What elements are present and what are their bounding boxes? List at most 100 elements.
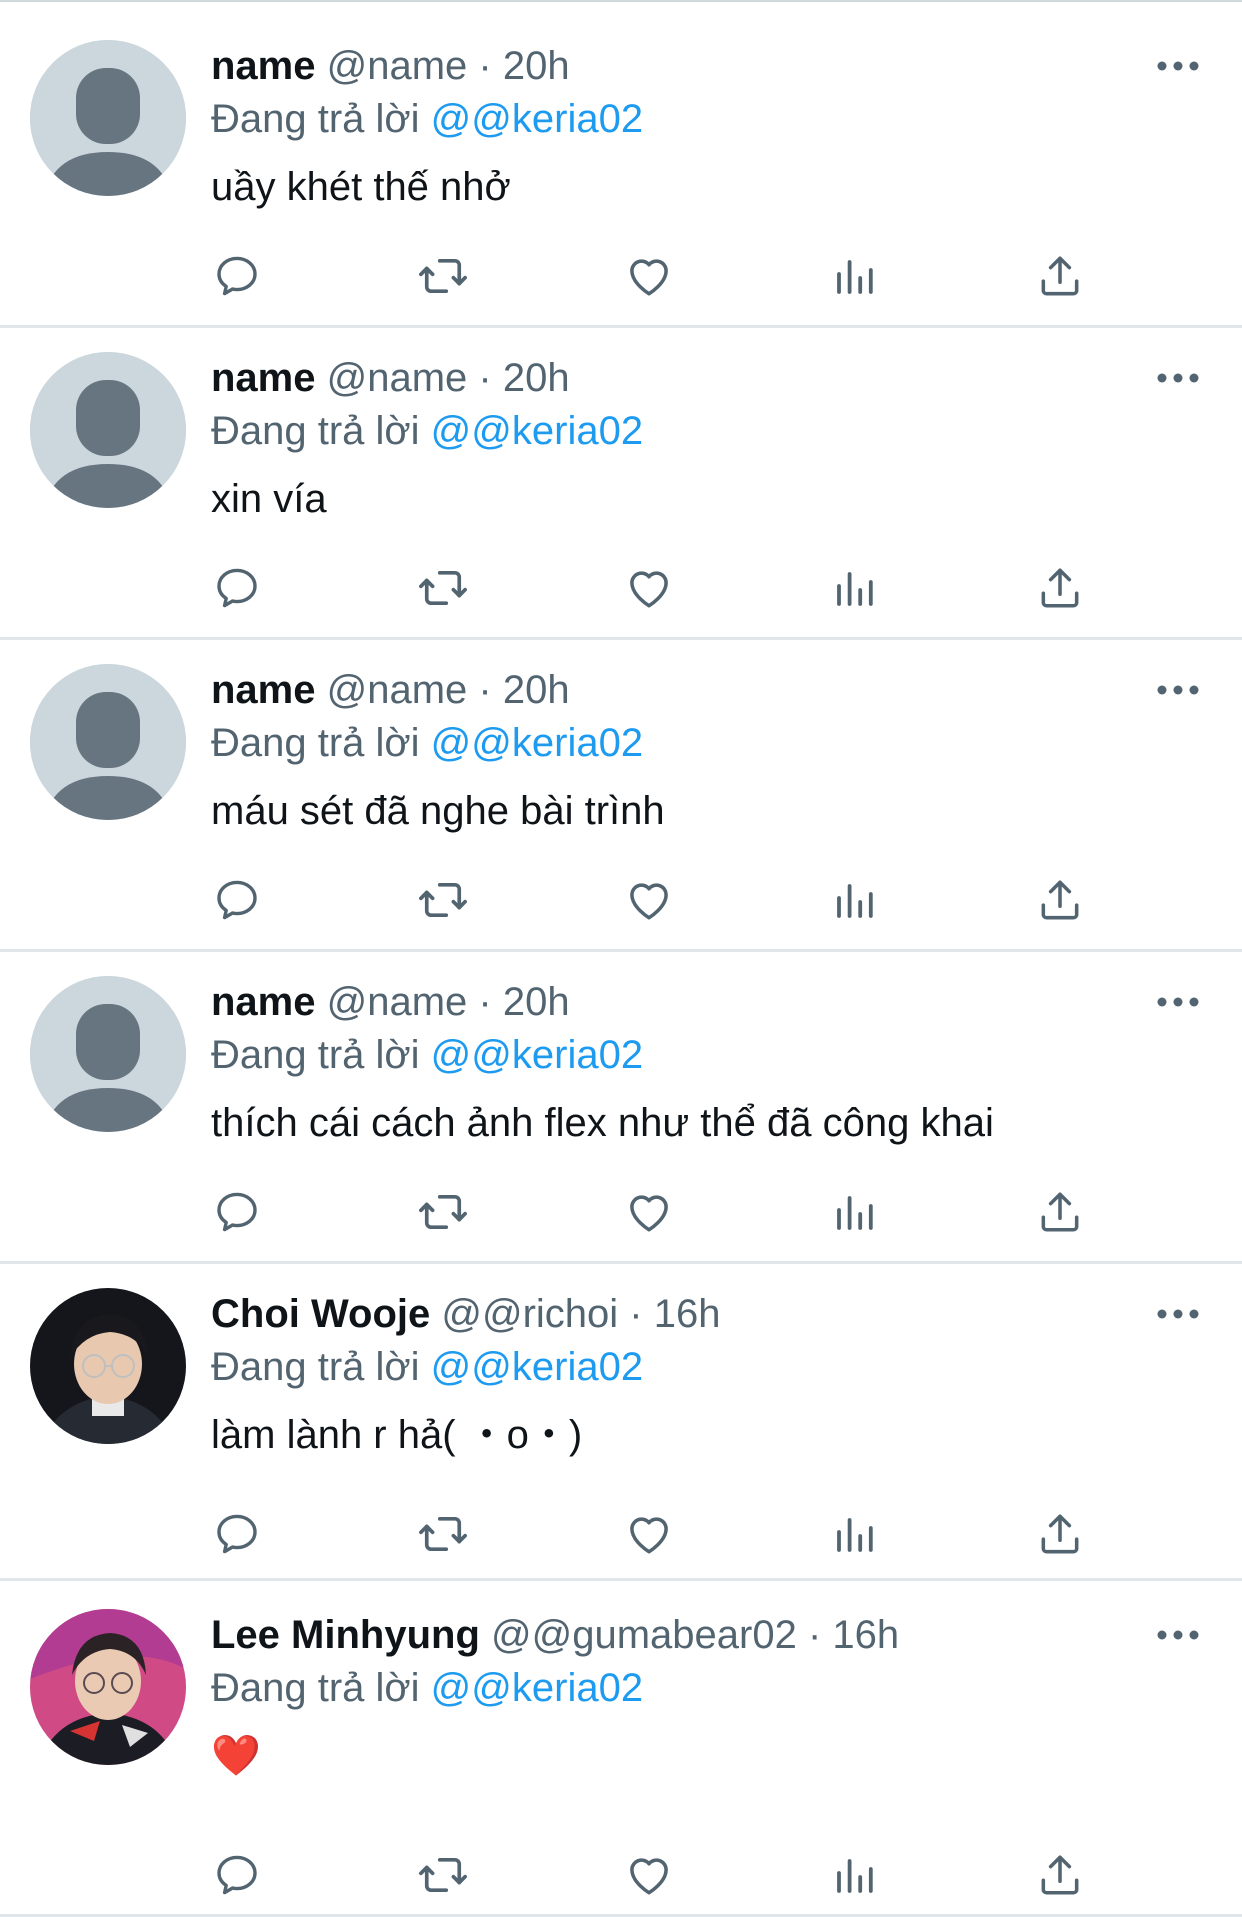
display-name[interactable]: name <box>211 668 316 712</box>
views-button[interactable] <box>823 556 887 620</box>
share-button[interactable] <box>1028 868 1092 932</box>
like-button[interactable] <box>617 244 681 308</box>
views-button[interactable] <box>823 1843 887 1907</box>
avatar[interactable] <box>30 40 186 196</box>
more-options-button[interactable] <box>1150 1615 1206 1659</box>
reply-button[interactable] <box>205 556 269 620</box>
reply-icon <box>213 876 261 924</box>
views-icon <box>831 1188 879 1236</box>
reply-tweet[interactable]: name @name · 20h Đang trả lời @@keria02 xi… <box>0 312 1242 640</box>
more-options-button[interactable] <box>1150 670 1206 714</box>
avatar[interactable] <box>30 1288 186 1444</box>
like-button[interactable] <box>617 1180 681 1244</box>
separator-dot: · <box>478 356 492 400</box>
reply-tweet[interactable]: Lee Minhyung @@gumabear02 · 16h Đang trả … <box>0 1569 1242 1917</box>
more-options-button[interactable] <box>1150 982 1206 1026</box>
timestamp[interactable]: 20h <box>503 356 570 400</box>
like-button[interactable] <box>617 1843 681 1907</box>
more-horizontal-icon <box>1156 683 1200 701</box>
replying-to: Đang trả lời @@keria02 <box>211 1663 643 1713</box>
avatar[interactable] <box>30 1609 186 1765</box>
replying-label: Đang trả lời <box>211 1666 420 1710</box>
reply-icon <box>213 1188 261 1236</box>
mention-link[interactable]: @@keria02 <box>431 409 643 453</box>
timestamp[interactable]: 20h <box>503 980 570 1024</box>
retweet-button[interactable] <box>411 1180 475 1244</box>
reply-button[interactable] <box>205 1180 269 1244</box>
timestamp[interactable]: 20h <box>503 668 570 712</box>
reply-tweet[interactable]: name @name · 20h Đang trả lời @@keria02 má… <box>0 624 1242 952</box>
replying-label: Đang trả lời <box>211 1033 420 1077</box>
replying-to: Đang trả lời @@keria02 <box>211 406 643 456</box>
display-name[interactable]: Choi Wooje <box>211 1292 430 1336</box>
tweet-header: name @name · 20h <box>211 42 570 90</box>
tweet-actions <box>0 244 1242 308</box>
retweet-button[interactable] <box>411 1502 475 1566</box>
display-name[interactable]: name <box>211 356 316 400</box>
user-handle[interactable]: @name <box>327 668 468 712</box>
retweet-icon <box>417 250 469 302</box>
views-button[interactable] <box>823 868 887 932</box>
tweet-header: Choi Wooje @@richoi · 16h <box>211 1290 721 1338</box>
reply-icon <box>213 1851 261 1899</box>
reply-tweet[interactable]: name @name · 20h Đang trả lời @@keria02 uầ… <box>0 0 1242 328</box>
display-name[interactable]: name <box>211 44 316 88</box>
share-button[interactable] <box>1028 1180 1092 1244</box>
share-icon <box>1035 1850 1085 1900</box>
user-handle[interactable]: @name <box>327 44 468 88</box>
replies-feed: name @name · 20h Đang trả lời @@keria02 uầ… <box>0 0 1242 1917</box>
tweet-text: làm lành r hả( ・o・) <box>211 1413 583 1457</box>
like-button[interactable] <box>617 556 681 620</box>
more-options-button[interactable] <box>1150 46 1206 90</box>
reply-tweet[interactable]: name @name · 20h Đang trả lời @@keria02 th… <box>0 936 1242 1264</box>
replying-label: Đang trả lời <box>211 721 420 765</box>
replying-label: Đang trả lời <box>211 1345 420 1389</box>
reply-button[interactable] <box>205 868 269 932</box>
share-button[interactable] <box>1028 556 1092 620</box>
separator-dot: · <box>807 1613 822 1657</box>
user-handle[interactable]: @@richoi <box>441 1292 618 1336</box>
more-horizontal-icon <box>1156 995 1200 1013</box>
user-handle[interactable]: @@gumabear02 <box>491 1613 797 1657</box>
tweet-text: thích cái cách ảnh flex như thể đã công … <box>211 1101 994 1145</box>
mention-link[interactable]: @@keria02 <box>431 97 643 141</box>
more-options-button[interactable] <box>1150 358 1206 402</box>
timestamp[interactable]: 16h <box>832 1613 899 1657</box>
share-button[interactable] <box>1028 1843 1092 1907</box>
views-button[interactable] <box>823 1180 887 1244</box>
timestamp[interactable]: 20h <box>503 44 570 88</box>
reply-button[interactable] <box>205 1843 269 1907</box>
timestamp[interactable]: 16h <box>654 1292 721 1336</box>
views-icon <box>831 876 879 924</box>
mention-link[interactable]: @@keria02 <box>431 721 643 765</box>
tweet-actions <box>0 1502 1242 1566</box>
avatar[interactable] <box>30 664 186 820</box>
retweet-button[interactable] <box>411 1843 475 1907</box>
share-button[interactable] <box>1028 1502 1092 1566</box>
like-icon <box>624 875 674 925</box>
mention-link[interactable]: @@keria02 <box>431 1345 643 1389</box>
user-handle[interactable]: @name <box>327 980 468 1024</box>
retweet-button[interactable] <box>411 868 475 932</box>
like-button[interactable] <box>617 868 681 932</box>
tweet-actions <box>0 868 1242 932</box>
avatar[interactable] <box>30 976 186 1132</box>
reply-tweet[interactable]: Choi Wooje @@richoi · 16h Đang trả lời @@… <box>0 1248 1242 1581</box>
retweet-button[interactable] <box>411 244 475 308</box>
views-button[interactable] <box>823 1502 887 1566</box>
display-name[interactable]: Lee Minhyung <box>211 1613 480 1657</box>
avatar[interactable] <box>30 352 186 508</box>
reply-button[interactable] <box>205 1502 269 1566</box>
share-button[interactable] <box>1028 244 1092 308</box>
like-button[interactable] <box>617 1502 681 1566</box>
reply-button[interactable] <box>205 244 269 308</box>
more-options-button[interactable] <box>1150 1294 1206 1338</box>
user-handle[interactable]: @name <box>327 356 468 400</box>
separator-dot: · <box>478 668 492 712</box>
like-icon <box>624 1850 674 1900</box>
display-name[interactable]: name <box>211 980 316 1024</box>
retweet-button[interactable] <box>411 556 475 620</box>
mention-link[interactable]: @@keria02 <box>431 1033 643 1077</box>
mention-link[interactable]: @@keria02 <box>431 1666 643 1710</box>
views-button[interactable] <box>823 244 887 308</box>
